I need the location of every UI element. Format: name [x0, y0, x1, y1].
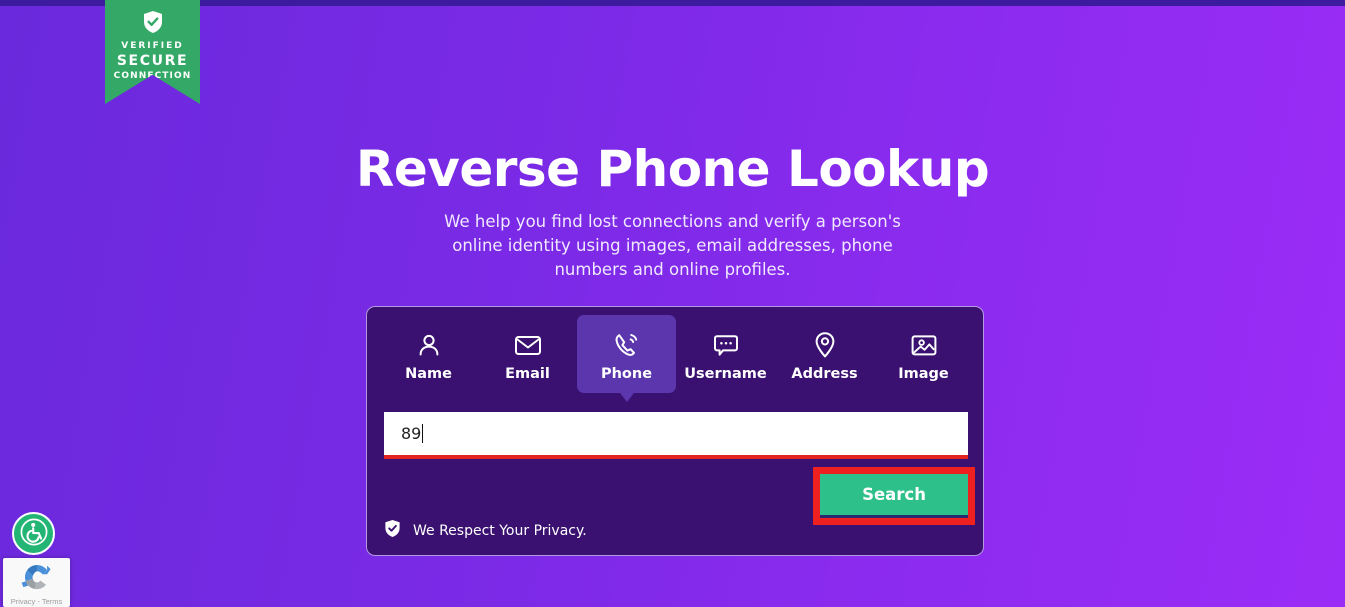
- phone-ringing-icon: [613, 330, 641, 360]
- tab-phone[interactable]: Phone: [577, 315, 676, 402]
- speech-bubble-icon: [712, 330, 740, 360]
- recaptcha-badge[interactable]: Privacy - Terms: [3, 558, 70, 607]
- tab-username[interactable]: Username: [676, 315, 775, 393]
- search-input[interactable]: 89: [384, 412, 968, 459]
- envelope-icon: [514, 330, 542, 360]
- badge-line-secure: SECURE: [116, 53, 189, 69]
- verified-secure-connection-badge: VERIFIED SECURE CONNECTION: [105, 0, 200, 104]
- privacy-note: We Respect Your Privacy.: [384, 519, 587, 542]
- tab-label: Image: [898, 366, 949, 382]
- tab-label: Email: [505, 366, 550, 382]
- tab-name[interactable]: Name: [379, 315, 478, 393]
- badge-line-verified: VERIFIED: [121, 41, 184, 51]
- recaptcha-logo-icon: [19, 561, 55, 601]
- privacy-label: We Respect Your Privacy.: [413, 522, 587, 539]
- tab-label: Name: [405, 366, 452, 382]
- text-caret: [422, 424, 424, 443]
- tab-image[interactable]: Image: [874, 315, 973, 393]
- page-subtitle: We help you find lost connections and ve…: [444, 211, 901, 279]
- map-pin-icon: [813, 330, 837, 360]
- page-title: Reverse Phone Lookup: [355, 139, 990, 198]
- recaptcha-privacy-terms: Privacy - Terms: [10, 597, 63, 606]
- tab-label: Username: [684, 366, 767, 382]
- search-card: Name Email Phone Username Address Image …: [366, 306, 984, 556]
- wheelchair-icon: [19, 517, 49, 551]
- top-bar-strip: [0, 0, 1345, 6]
- person-icon: [416, 330, 442, 360]
- tab-label: Address: [791, 366, 858, 382]
- accessibility-widget-button[interactable]: [12, 512, 55, 555]
- shield-check-icon: [384, 519, 401, 542]
- shield-check-icon: [105, 10, 200, 38]
- search-input-value: 89: [401, 424, 422, 443]
- tab-label: Phone: [600, 366, 653, 382]
- badge-line-connection: CONNECTION: [113, 71, 192, 81]
- image-icon: [910, 330, 938, 360]
- tab-address[interactable]: Address: [775, 315, 874, 393]
- search-type-tabs: Name Email Phone Username Address Image: [367, 315, 985, 402]
- tab-email[interactable]: Email: [478, 315, 577, 393]
- search-button[interactable]: Search: [820, 474, 968, 518]
- page-root: VERIFIED SECURE CONNECTION Reverse Phone…: [0, 0, 1345, 607]
